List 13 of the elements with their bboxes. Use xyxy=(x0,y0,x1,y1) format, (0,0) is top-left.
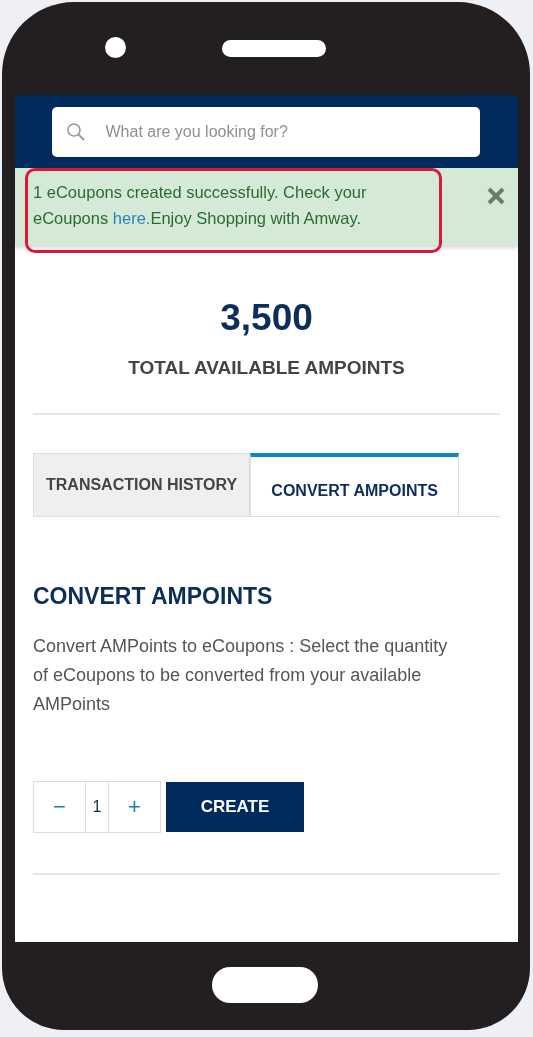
close-icon xyxy=(486,186,506,206)
quantity-stepper[interactable]: − 1 + xyxy=(33,781,161,833)
success-message: 1 eCoupons created successfully. Check your eCoupons here.Enjoy Shopping with Amway. xyxy=(33,182,368,229)
home-button[interactable] xyxy=(211,967,318,1003)
camera-dot xyxy=(105,37,126,58)
tab[interactable]: TRANSACTION HISTORY xyxy=(33,453,251,516)
section-heading: CONVERT AMPOINTS xyxy=(33,583,274,610)
tab[interactable]: CONVERT AMPOINTS xyxy=(250,453,460,516)
description-text: Convert AMPoints to eCoupons : Select the quantity of eCoupons to be converted from your available AMPoints xyxy=(33,635,449,716)
search-field[interactable]: What are you looking for? xyxy=(51,106,480,157)
create-button[interactable]: CREATE xyxy=(166,782,304,832)
points-label: TOTAL AVAILABLE AMPOINTS xyxy=(127,357,406,379)
points-amount: 3,500 xyxy=(219,297,314,339)
